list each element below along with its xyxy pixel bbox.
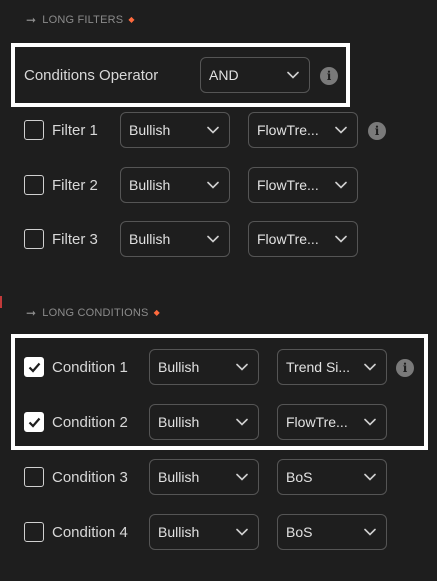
filter-2-source-value: FlowTre... [257,177,319,193]
filter-2-direction-select[interactable]: Bullish [120,167,230,203]
condition-2-label: Condition 2 [52,413,128,431]
condition-2-direction-value: Bullish [158,414,200,430]
filter-2-label: Filter 2 [52,176,98,194]
check-icon [28,362,40,373]
info-icon[interactable]: i [320,67,338,85]
info-icon[interactable]: i [396,359,414,377]
condition-1-checkbox[interactable] [24,357,44,377]
long-conditions-title: LONG CONDITIONS [42,307,149,319]
condition-3-label: Condition 3 [52,468,128,486]
condition-4-direction-value: Bullish [158,524,200,540]
chevron-down-icon [335,235,347,243]
chevron-down-icon [364,473,376,481]
condition-4-source-value: BoS [286,524,313,540]
filter-3-label: Filter 3 [52,230,98,248]
conditions-operator-select[interactable]: AND [200,57,310,93]
long-filters-header: ➞ LONG FILTERS ◆ [26,13,135,27]
chevron-down-icon [364,528,376,536]
condition-3-source-select[interactable]: BoS [277,459,387,495]
chevron-down-icon [236,473,248,481]
chevron-down-icon [335,126,347,134]
filter-1-direction-value: Bullish [129,122,171,138]
conditions-operator-value: AND [209,67,239,83]
chevron-down-icon [364,363,376,371]
long-filters-title: LONG FILTERS [42,14,124,26]
chevron-down-icon [236,528,248,536]
condition-4-direction-select[interactable]: Bullish [149,514,259,550]
filter-1-source-select[interactable]: FlowTre... [248,112,358,148]
chevron-down-icon [207,181,219,189]
filter-3-checkbox[interactable] [24,229,44,249]
condition-2-source-select[interactable]: FlowTre... [277,404,387,440]
required-dot-icon: ◆ [128,14,135,24]
condition-2-source-value: FlowTre... [286,414,348,430]
arrow-right-icon: ➞ [26,306,37,320]
chevron-down-icon [364,418,376,426]
info-icon[interactable]: i [368,122,386,140]
chevron-down-icon [287,71,299,79]
filter-2-direction-value: Bullish [129,177,171,193]
filter-3-source-value: FlowTre... [257,231,319,247]
chevron-down-icon [207,126,219,134]
filter-3-direction-value: Bullish [129,231,171,247]
filter-1-label: Filter 1 [52,121,98,139]
edge-marker [0,296,2,308]
filter-1-checkbox[interactable] [24,120,44,140]
condition-1-direction-select[interactable]: Bullish [149,349,259,385]
condition-4-source-select[interactable]: BoS [277,514,387,550]
condition-1-source-select[interactable]: Trend Si... [277,349,387,385]
filter-1-source-value: FlowTre... [257,122,319,138]
chevron-down-icon [236,363,248,371]
filter-1-direction-select[interactable]: Bullish [120,112,230,148]
required-dot-icon: ◆ [153,307,160,317]
condition-3-direction-value: Bullish [158,469,200,485]
condition-3-source-value: BoS [286,469,313,485]
condition-4-checkbox[interactable] [24,522,44,542]
condition-1-source-value: Trend Si... [286,359,351,375]
filter-3-direction-select[interactable]: Bullish [120,221,230,257]
condition-4-label: Condition 4 [52,523,128,541]
filter-2-checkbox[interactable] [24,175,44,195]
condition-2-direction-select[interactable]: Bullish [149,404,259,440]
condition-2-checkbox[interactable] [24,412,44,432]
filter-2-source-select[interactable]: FlowTre... [248,167,358,203]
filter-3-source-select[interactable]: FlowTre... [248,221,358,257]
condition-3-checkbox[interactable] [24,467,44,487]
long-conditions-header: ➞ LONG CONDITIONS ◆ [26,306,160,320]
conditions-operator-label: Conditions Operator [24,66,159,84]
check-icon [28,417,40,428]
arrow-right-icon: ➞ [26,13,37,27]
condition-1-direction-value: Bullish [158,359,200,375]
condition-1-label: Condition 1 [52,358,128,376]
chevron-down-icon [335,181,347,189]
condition-3-direction-select[interactable]: Bullish [149,459,259,495]
conditions-operator-row: Conditions Operator [24,56,158,94]
chevron-down-icon [236,418,248,426]
chevron-down-icon [207,235,219,243]
